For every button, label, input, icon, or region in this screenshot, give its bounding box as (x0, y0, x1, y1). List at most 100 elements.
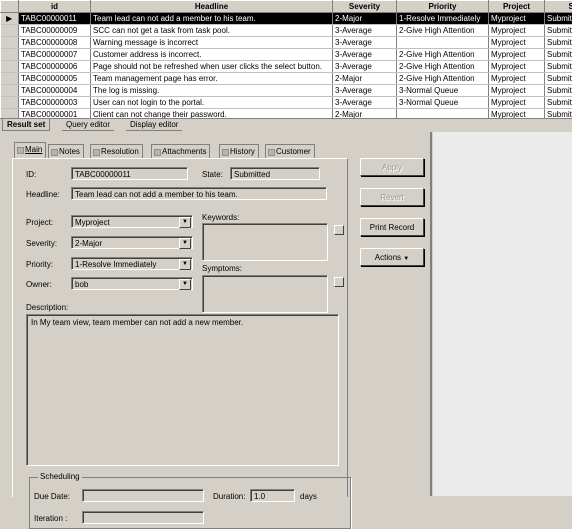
cell-project[interactable]: Myproject (489, 13, 545, 25)
cell-state[interactable]: Submit (545, 97, 572, 109)
symptoms-list[interactable] (202, 275, 328, 313)
tab-customer[interactable]: Customer (265, 144, 315, 158)
headline-field[interactable]: Team lead can not add a member to his te… (71, 187, 327, 200)
col-header-project[interactable]: Project (489, 1, 545, 13)
table-row[interactable]: TABC00000009SCC can not get a task from … (1, 25, 572, 37)
project-select[interactable]: Myproject ▼ (71, 215, 193, 228)
table-row[interactable]: TABC00000005Team management page has err… (1, 73, 572, 85)
cell-state[interactable]: Submit (545, 25, 572, 37)
cell-id[interactable]: TABC00000009 (19, 25, 91, 37)
results-grid[interactable]: id Headline Severity Priority Project St… (0, 0, 572, 118)
description-field[interactable]: In My team view, team member can not add… (26, 314, 339, 466)
cell-priority[interactable]: 2-Give High Attention (397, 73, 489, 85)
cell-headline[interactable]: Warning message is incorrect (91, 37, 333, 49)
cell-id[interactable]: TABC00000006 (19, 61, 91, 73)
owner-select[interactable]: bob ▼ (71, 277, 193, 290)
state-field[interactable]: Submitted (230, 167, 320, 180)
cell-priority[interactable]: 3-Normal Queue (397, 97, 489, 109)
row-indicator[interactable] (1, 109, 19, 119)
cell-project[interactable]: Myproject (489, 61, 545, 73)
table-row[interactable]: TABC00000007Customer address is incorrec… (1, 49, 572, 61)
row-indicator[interactable] (1, 37, 19, 49)
cell-id[interactable]: TABC00000001 (19, 109, 91, 119)
cell-priority[interactable]: 2-Give High Attention (397, 49, 489, 61)
row-indicator[interactable] (1, 25, 19, 37)
cell-state[interactable]: Submit (545, 49, 572, 61)
cell-priority[interactable] (397, 109, 489, 119)
cell-id[interactable]: TABC00000007 (19, 49, 91, 61)
tab-result-set[interactable]: Result set (2, 119, 50, 131)
cell-headline[interactable]: Customer address is incorrect. (91, 49, 333, 61)
id-field[interactable]: TABC00000011 (71, 167, 188, 180)
col-header-id[interactable]: id (19, 1, 91, 13)
severity-select[interactable]: 2-Major ▼ (71, 236, 193, 249)
tab-display-editor[interactable]: Display editor (126, 119, 182, 131)
tab-main[interactable]: Main (14, 142, 46, 158)
table-row[interactable]: TABC00000001Client can not change their … (1, 109, 572, 119)
col-header-priority[interactable]: Priority (397, 1, 489, 13)
symptoms-edit-button[interactable] (334, 277, 344, 287)
cell-priority[interactable]: 2-Give High Attention (397, 25, 489, 37)
tab-notes[interactable]: Notes (48, 144, 84, 158)
cell-priority[interactable]: 2-Give High Attention (397, 61, 489, 73)
priority-select[interactable]: 1-Resolve Immediately ▼ (71, 257, 193, 270)
cell-severity[interactable]: 3-Average (333, 85, 397, 97)
tab-attachments[interactable]: Attachments (151, 144, 210, 158)
chevron-down-icon[interactable]: ▼ (179, 259, 191, 270)
cell-severity[interactable]: 3-Average (333, 61, 397, 73)
cell-severity[interactable]: 2-Major (333, 109, 397, 119)
cell-headline[interactable]: Client can not change their password. (91, 109, 333, 119)
table-row[interactable]: TABC00000003User can not login to the po… (1, 97, 572, 109)
cell-severity[interactable]: 2-Major (333, 73, 397, 85)
actions-button[interactable]: Actions ▼ (360, 248, 424, 266)
cell-id[interactable]: TABC00000008 (19, 37, 91, 49)
chevron-down-icon[interactable]: ▼ (179, 217, 191, 228)
row-indicator[interactable] (1, 85, 19, 97)
cell-state[interactable]: Submit (545, 13, 572, 25)
apply-button[interactable]: Apply (360, 158, 424, 176)
chevron-down-icon[interactable]: ▼ (179, 238, 191, 249)
cell-headline[interactable]: SCC can not get a task from task pool. (91, 25, 333, 37)
row-indicator[interactable] (1, 49, 19, 61)
table-row[interactable]: TABC00000006Page should not be refreshed… (1, 61, 572, 73)
keywords-list[interactable] (202, 223, 328, 261)
cell-headline[interactable]: Page should not be refreshed when user c… (91, 61, 333, 73)
cell-state[interactable]: Submit (545, 61, 572, 73)
table-row[interactable]: TABC00000004The log is missing.3-Average… (1, 85, 572, 97)
cell-state[interactable]: Submit (545, 73, 572, 85)
cell-project[interactable]: Myproject (489, 85, 545, 97)
iteration-field[interactable] (82, 511, 204, 524)
tab-resolution[interactable]: Resolution (90, 144, 143, 158)
cell-state[interactable]: Submit (545, 37, 572, 49)
table-row[interactable]: TABC00000008Warning message is incorrect… (1, 37, 572, 49)
cell-severity[interactable]: 3-Average (333, 49, 397, 61)
cell-id[interactable]: TABC00000003 (19, 97, 91, 109)
cell-headline[interactable]: Team lead can not add a member to his te… (91, 13, 333, 25)
cell-project[interactable]: Myproject (489, 97, 545, 109)
table-row[interactable]: ▶TABC00000011Team lead can not add a mem… (1, 13, 572, 25)
col-header-severity[interactable]: Severity (333, 1, 397, 13)
cell-project[interactable]: Myproject (489, 25, 545, 37)
print-record-button[interactable]: Print Record (360, 218, 424, 236)
chevron-down-icon[interactable]: ▼ (179, 279, 191, 290)
current-row-arrow-icon[interactable]: ▶ (1, 13, 19, 25)
row-indicator[interactable] (1, 61, 19, 73)
cell-priority[interactable]: 1-Resolve Immediately (397, 13, 489, 25)
cell-id[interactable]: TABC00000005 (19, 73, 91, 85)
cell-severity[interactable]: 3-Average (333, 25, 397, 37)
cell-severity[interactable]: 3-Average (333, 97, 397, 109)
revert-button[interactable]: Revert (360, 188, 424, 206)
cell-priority[interactable] (397, 37, 489, 49)
cell-severity[interactable]: 2-Major (333, 13, 397, 25)
cell-project[interactable]: Myproject (489, 37, 545, 49)
cell-priority[interactable]: 3-Normal Queue (397, 85, 489, 97)
row-indicator[interactable] (1, 97, 19, 109)
cell-project[interactable]: Myproject (489, 109, 545, 119)
cell-headline[interactable]: User can not login to the portal. (91, 97, 333, 109)
cell-id[interactable]: TABC00000004 (19, 85, 91, 97)
col-header-state[interactable]: St (545, 1, 572, 13)
cell-severity[interactable]: 3-Average (333, 37, 397, 49)
keywords-edit-button[interactable] (334, 225, 344, 235)
cell-state[interactable]: Submit (545, 85, 572, 97)
row-indicator[interactable] (1, 73, 19, 85)
